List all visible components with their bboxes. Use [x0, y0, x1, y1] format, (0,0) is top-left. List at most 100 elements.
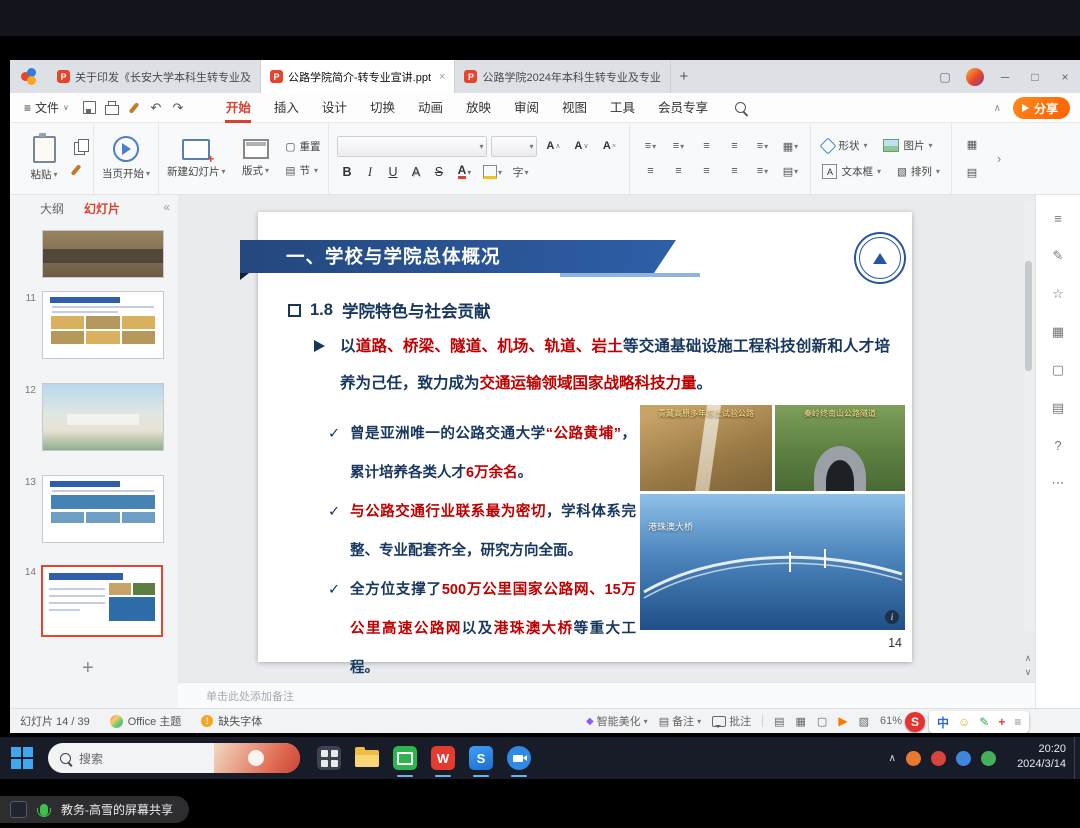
- ime-emoji-icon[interactable]: ☺: [958, 715, 970, 729]
- ribbon-tab-home[interactable]: 开始: [215, 93, 262, 123]
- taskbar-app-wps[interactable]: W: [424, 737, 462, 779]
- new-tab-button[interactable]: +: [671, 68, 697, 85]
- table-button[interactable]: ▤: [960, 163, 984, 182]
- ime-mode-chinese[interactable]: 中: [937, 714, 949, 731]
- window-layout-button[interactable]: ▢: [930, 60, 960, 93]
- reset-button[interactable]: ▢ 重置: [286, 139, 321, 154]
- tab-outline[interactable]: 大纲: [40, 200, 64, 217]
- more-pane-icon[interactable]: ⋯: [1052, 475, 1065, 491]
- favorites-pane-icon[interactable]: ☆: [1052, 286, 1064, 302]
- screen-share-indicator[interactable]: 教务-高雪的屏幕共享: [0, 796, 189, 823]
- comments-button[interactable]: 批注: [712, 713, 751, 729]
- shapes-button[interactable]: 形状 ▾: [819, 135, 870, 157]
- bullets-button[interactable]: ≡▾: [638, 137, 662, 156]
- chart-button[interactable]: ▦: [960, 135, 984, 154]
- ime-logo[interactable]: S: [905, 712, 925, 732]
- taskbar-app-meeting[interactable]: [500, 737, 538, 779]
- collapse-panel-icon[interactable]: «: [163, 200, 170, 214]
- ime-menu-icon[interactable]: ≡: [1014, 715, 1021, 729]
- increase-font-button[interactable]: A∧: [541, 137, 565, 156]
- minimize-button[interactable]: ─: [990, 60, 1020, 93]
- numbering-button[interactable]: ≡▾: [666, 137, 690, 156]
- start-button[interactable]: [0, 737, 44, 779]
- smart-beautify-button[interactable]: ◆ 智能美化 ▾: [586, 713, 648, 729]
- font-color-button[interactable]: A▾: [452, 163, 476, 182]
- missing-font-button[interactable]: ! 缺失字体: [201, 713, 262, 729]
- clear-format-button[interactable]: A×: [597, 137, 621, 156]
- document-tab-1[interactable]: P 关于印发《长安大学本科生转专业及: [48, 60, 261, 93]
- help-pane-icon[interactable]: ?: [1054, 438, 1061, 453]
- notes-bar[interactable]: 单击此处添加备注: [178, 682, 1035, 708]
- bold-button[interactable]: B: [337, 163, 356, 182]
- file-menu-button[interactable]: ≡ 文件 ∨: [10, 99, 79, 116]
- strikethrough-button[interactable]: S: [429, 163, 448, 182]
- ribbon-tab-review[interactable]: 审阅: [503, 93, 550, 123]
- align-right-button[interactable]: ≡: [694, 162, 718, 181]
- normal-view-button[interactable]: ▤: [774, 715, 784, 728]
- text-shadow-button[interactable]: A: [406, 163, 425, 182]
- arrange-button[interactable]: ▧ 排列 ▾: [894, 161, 943, 183]
- collapse-ribbon-icon[interactable]: ∧: [994, 103, 1001, 114]
- font-name-combo[interactable]: ▾: [337, 136, 487, 157]
- slide-14[interactable]: 一、学校与学院总体概况 1.8 学院特色与社会贡献 以道路、桥梁、隧道、机场、轨…: [258, 212, 912, 662]
- reading-view-button[interactable]: ▢: [817, 715, 827, 728]
- taskbar-app-widgets[interactable]: [310, 737, 348, 779]
- taskbar-search[interactable]: 搜索: [48, 743, 300, 773]
- line-spacing-button[interactable]: ≡▾: [750, 137, 774, 156]
- section-button[interactable]: ▤ 节 ▾: [286, 163, 321, 178]
- layout-pane-icon[interactable]: ▦: [1052, 324, 1064, 340]
- ribbon-expand-button[interactable]: ›: [992, 151, 1006, 166]
- ribbon-tab-animation[interactable]: 动画: [407, 93, 454, 123]
- previous-slide-button[interactable]: ∧: [1025, 653, 1032, 664]
- highlight-color-button[interactable]: ▾: [480, 163, 504, 182]
- align-left-button[interactable]: ≡: [638, 162, 662, 181]
- zoom-level[interactable]: 61%: [880, 715, 902, 727]
- notes-toggle-button[interactable]: ▤ 备注 ▾: [659, 713, 701, 729]
- add-slide-button[interactable]: +: [82, 657, 94, 680]
- show-desktop-button[interactable]: [1074, 737, 1080, 779]
- fullscreen-button[interactable]: ▧: [859, 715, 869, 728]
- ribbon-tab-slideshow[interactable]: 放映: [455, 93, 502, 123]
- italic-button[interactable]: I: [360, 163, 379, 182]
- share-button[interactable]: 分享: [1013, 97, 1070, 119]
- ribbon-tab-transition[interactable]: 切换: [359, 93, 406, 123]
- text-direction-button[interactable]: ▤▾: [778, 162, 802, 181]
- align-center-button[interactable]: ≡: [666, 162, 690, 181]
- font-size-combo[interactable]: ▾: [491, 136, 537, 157]
- slideshow-play-button[interactable]: ▶: [838, 714, 847, 728]
- ime-pen-icon[interactable]: ✎: [979, 715, 989, 729]
- indent-decrease-button[interactable]: ≡: [694, 137, 718, 156]
- decrease-font-button[interactable]: A∨: [569, 137, 593, 156]
- format-painter-small-button[interactable]: [71, 164, 82, 176]
- notes-pane-icon[interactable]: ▤: [1052, 400, 1064, 416]
- user-avatar[interactable]: [960, 60, 990, 93]
- taskbar-clock[interactable]: 20:20 2024/3/14: [1017, 742, 1066, 772]
- distribute-button[interactable]: ≡▾: [750, 162, 774, 181]
- tray-icon-2[interactable]: [931, 751, 946, 766]
- next-slide-button[interactable]: ∨: [1025, 667, 1032, 678]
- ime-add-icon[interactable]: +: [998, 715, 1005, 729]
- document-tab-3[interactable]: P 公路学院2024年本科生转专业及专业: [455, 60, 670, 93]
- ribbon-tab-member[interactable]: 会员专享: [647, 93, 719, 123]
- copy-button[interactable]: [74, 142, 85, 155]
- character-tools-button[interactable]: 字▾: [508, 163, 532, 182]
- info-icon[interactable]: i: [885, 610, 899, 624]
- search-button[interactable]: [729, 97, 751, 119]
- undo-button[interactable]: ↶: [146, 98, 166, 118]
- taskbar-app-whiteboard[interactable]: [386, 737, 424, 779]
- save-button[interactable]: [80, 98, 100, 118]
- slide-sorter-view-button[interactable]: ▦: [796, 715, 806, 728]
- taskbar-app-explorer[interactable]: [348, 737, 386, 779]
- maximize-button[interactable]: □: [1020, 60, 1050, 93]
- underline-button[interactable]: U: [383, 163, 402, 182]
- tray-icon-1[interactable]: [906, 751, 921, 766]
- properties-pane-icon[interactable]: ≡: [1054, 211, 1062, 226]
- ribbon-tab-design[interactable]: 设计: [311, 93, 358, 123]
- print-button[interactable]: [102, 98, 122, 118]
- indent-increase-button[interactable]: ≡: [722, 137, 746, 156]
- picture-button[interactable]: 图片 ▾: [880, 135, 935, 157]
- ribbon-tab-tools[interactable]: 工具: [599, 93, 646, 123]
- textbox-button[interactable]: A 文本框 ▾: [819, 161, 884, 183]
- edit-pane-icon[interactable]: ✎: [1053, 248, 1064, 264]
- canvas-scrollbar[interactable]: [1024, 201, 1033, 631]
